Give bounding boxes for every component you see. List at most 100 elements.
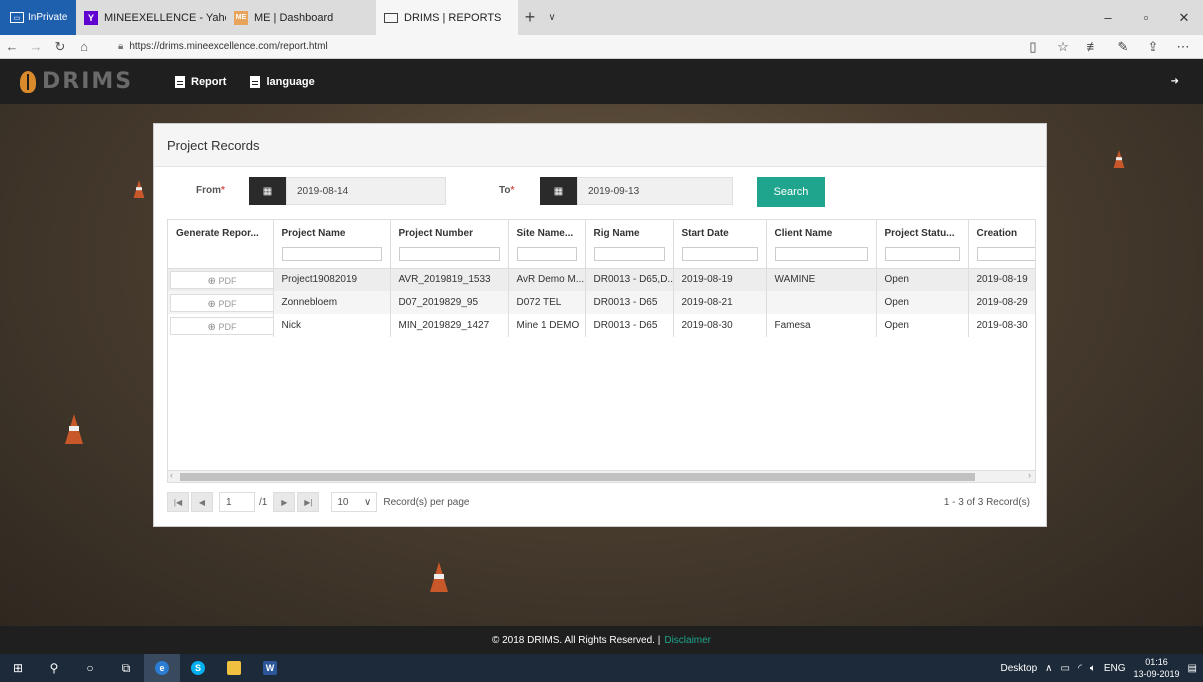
wifi-icon[interactable]: ◜	[1078, 663, 1082, 674]
me-icon: ME	[234, 10, 248, 25]
logo-text: DRIMS	[42, 69, 134, 94]
traffic-cone-image	[430, 562, 448, 592]
panel-title: Project Records	[154, 124, 1046, 167]
table-row[interactable]: ⊕ PDF Project19082019 AVR_2019819_1533 A…	[168, 267, 1035, 291]
lock-icon: 🔒︎	[118, 41, 124, 52]
menu-report[interactable]: Report	[175, 75, 227, 88]
table-row[interactable]: ⊕ PDF Zonnebloem D07_2019829_95 D072 TEL…	[168, 291, 1035, 314]
url-field[interactable]: 🔒︎ https://drims.mineexcellence.com/repo…	[118, 37, 988, 57]
share-icon[interactable]: ⇪	[1138, 39, 1168, 55]
pdf-download-button[interactable]: ⊕ PDF	[170, 316, 272, 335]
favorite-star-icon[interactable]: ☆	[1048, 39, 1078, 55]
project-status-cell: Open	[876, 314, 969, 337]
browser-tab-yahoo[interactable]: Y MINEEXELLENCE - Yahoo Se	[76, 0, 226, 35]
column-filter-input[interactable]	[774, 247, 868, 261]
traffic-cone-image	[1113, 150, 1125, 168]
column-filter-input[interactable]	[593, 247, 665, 261]
file-explorer-icon[interactable]	[216, 654, 252, 682]
records-table: Generate Repor... Project Name Project N…	[168, 220, 1035, 337]
drims-logo[interactable]: DRIMS	[0, 69, 175, 94]
site-name-cell: D072 TEL	[508, 291, 586, 314]
windows-start-icon[interactable]: ⊞	[0, 654, 36, 682]
calendar-icon[interactable]: ▦	[249, 177, 286, 205]
pdf-download-button[interactable]: ⊕ PDF	[170, 293, 272, 312]
tray-overflow-icon[interactable]: ∧	[1045, 663, 1052, 674]
minimize-icon[interactable]: –	[1089, 10, 1127, 25]
refresh-icon[interactable]: ↻	[48, 39, 72, 55]
menu-language[interactable]: language	[250, 75, 315, 88]
table-row[interactable]: ⊕ PDF Nick MIN_2019829_1427 Mine 1 DEMO …	[168, 314, 1035, 337]
rig-name-cell: DR0013 - D65	[585, 291, 674, 314]
column-header[interactable]: Creation	[968, 220, 1035, 268]
to-date-input[interactable]: 2019-09-13	[577, 177, 733, 205]
restore-icon[interactable]: ▫	[1127, 10, 1165, 25]
page-number-input[interactable]: 1	[219, 492, 255, 512]
window-controls: – ▫ ✕	[1089, 0, 1203, 35]
scroll-left-icon[interactable]: ‹	[170, 470, 173, 480]
column-filter-input[interactable]	[681, 247, 758, 261]
column-filter-input[interactable]	[398, 247, 500, 261]
start-date-cell: 2019-08-19	[673, 267, 767, 291]
column-header[interactable]: Site Name...	[508, 220, 586, 268]
word-icon[interactable]: W	[252, 654, 288, 682]
prev-page-icon[interactable]: ◀	[191, 492, 213, 512]
menu-report-label: Report	[191, 75, 227, 88]
volume-icon[interactable]: 🔈︎	[1090, 663, 1096, 674]
new-tab-button[interactable]: +	[518, 0, 542, 35]
calendar-icon[interactable]: ▦	[540, 177, 577, 205]
scrollbar-thumb[interactable]	[180, 473, 975, 481]
browser-tab-dashboard[interactable]: ME ME | Dashboard	[226, 0, 376, 35]
column-header[interactable]: Project Name	[273, 220, 391, 268]
logout-icon[interactable]: ➜	[1171, 76, 1179, 87]
client-name-cell: WAMINE	[766, 267, 877, 291]
forward-icon[interactable]: →	[24, 39, 48, 54]
window-close-icon[interactable]: ✕	[1165, 10, 1203, 26]
column-header[interactable]: Rig Name	[585, 220, 674, 268]
column-filter-input[interactable]	[281, 247, 382, 261]
battery-icon[interactable]: ▭	[1061, 663, 1070, 674]
reading-view-icon[interactable]: ▯	[1018, 39, 1048, 55]
project-number-cell: MIN_2019829_1427	[390, 314, 509, 337]
pdf-download-button[interactable]: ⊕ PDF	[170, 270, 272, 289]
column-filter-input[interactable]	[884, 247, 960, 261]
tab-list-chevron-icon[interactable]: ∨	[542, 0, 562, 35]
column-filter-input[interactable]	[976, 247, 1035, 261]
page-size-select[interactable]: 10 ∨	[331, 492, 378, 512]
desktop-toolbar-label[interactable]: Desktop	[1000, 663, 1037, 674]
to-label: To*	[499, 185, 515, 196]
clock[interactable]: 01:16 13-09-2019	[1134, 656, 1180, 680]
favorites-hub-icon[interactable]: ≢	[1078, 39, 1108, 55]
more-icon[interactable]: ⋯	[1168, 39, 1198, 55]
column-header[interactable]: Client Name	[766, 220, 877, 268]
first-page-icon[interactable]: |◀	[167, 492, 189, 512]
client-name-cell	[766, 291, 877, 314]
task-view-icon[interactable]: ⧉	[108, 654, 144, 682]
column-header[interactable]: Generate Repor...	[168, 220, 274, 268]
disclaimer-link[interactable]: Disclaimer	[664, 635, 711, 646]
from-date-input[interactable]: 2019-08-14	[286, 177, 446, 205]
document-icon	[250, 75, 261, 88]
cortana-icon[interactable]: ○	[72, 654, 108, 682]
column-filter-input[interactable]	[516, 247, 577, 261]
back-icon[interactable]: ←	[0, 39, 24, 54]
column-header[interactable]: Start Date	[673, 220, 767, 268]
page-footer: © 2018 DRIMS. All Rights Reserved. | Dis…	[0, 626, 1203, 654]
home-icon[interactable]: ⌂	[72, 39, 96, 54]
column-header[interactable]: Project Number	[390, 220, 509, 268]
search-button[interactable]: Search	[757, 177, 825, 207]
last-page-icon[interactable]: ▶|	[297, 492, 320, 512]
scroll-right-icon[interactable]: ›	[1028, 470, 1031, 480]
search-icon[interactable]: ⚲	[36, 654, 72, 682]
column-header[interactable]: Project Statu...	[876, 220, 969, 268]
notifications-icon[interactable]: ▤	[1188, 663, 1197, 674]
per-page-label: Record(s) per page	[383, 496, 470, 508]
download-icon: ⊕	[207, 275, 216, 287]
horizontal-scrollbar[interactable]: ‹ ›	[168, 470, 1035, 482]
traffic-cone-image	[133, 180, 145, 198]
pen-icon[interactable]: ✎	[1108, 39, 1138, 55]
language-indicator[interactable]: ENG	[1104, 663, 1126, 674]
browser-tab-reports[interactable]: DRIMS | REPORTS ×	[376, 0, 518, 35]
edge-browser-icon[interactable]: e	[144, 654, 180, 682]
next-page-icon[interactable]: ▶	[273, 492, 296, 512]
skype-icon[interactable]: S	[180, 654, 216, 682]
